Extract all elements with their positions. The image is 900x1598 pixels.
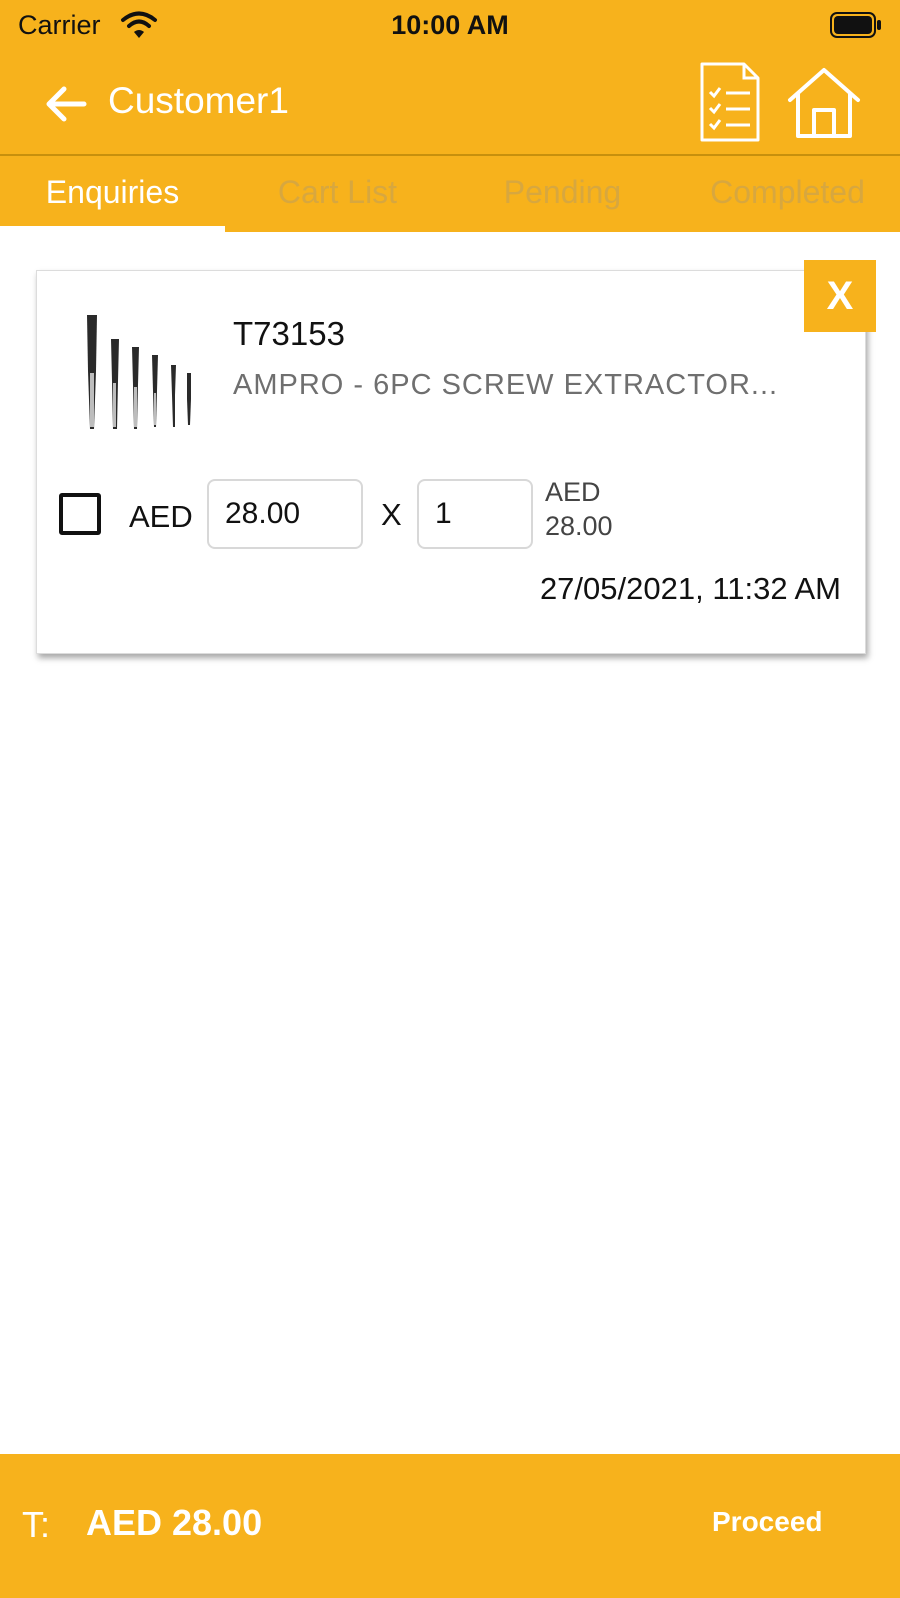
home-icon[interactable] — [786, 66, 862, 140]
status-bar: Carrier 10:00 AM — [0, 0, 900, 52]
tab-pending[interactable]: Pending — [450, 156, 675, 232]
select-checkbox[interactable] — [59, 493, 101, 535]
tab-completed[interactable]: Completed — [675, 156, 900, 232]
product-name: AMPRO - 6PC SCREW EXTRACTOR... — [233, 369, 779, 401]
nav-bar: Customer1 — [0, 60, 900, 152]
tab-cart-list[interactable]: Cart List — [225, 156, 450, 232]
total-value: AED 28.00 — [86, 1502, 263, 1543]
remove-enquiry-button[interactable]: X — [804, 260, 876, 332]
order-list-icon[interactable] — [698, 62, 762, 142]
enquiry-card: T73153 AMPRO - 6PC SCREW EXTRACTOR... AE… — [36, 270, 866, 654]
battery-icon — [830, 12, 881, 38]
tab-enquiries[interactable]: Enquiries — [0, 156, 225, 232]
tab-bar: Enquiries Cart List Pending Completed — [0, 156, 900, 232]
unit-price-input[interactable]: 28.00 — [207, 479, 363, 549]
multiply-sign: X — [381, 497, 402, 532]
total-label: T: — [22, 1504, 51, 1545]
active-tab-indicator — [0, 226, 225, 232]
price-currency: AED — [129, 499, 193, 534]
line-total-value: 28.00 — [545, 511, 613, 541]
app-header: Carrier 10:00 AM Customer1 Enquiries Car… — [0, 0, 900, 232]
proceed-button[interactable]: Proceed — [712, 1506, 823, 1538]
line-total-currency: AED — [545, 477, 601, 507]
page-title: Customer1 — [108, 80, 289, 121]
clock: 10:00 AM — [391, 10, 509, 40]
footer-bar: T: AED 28.00 Proceed — [0, 1454, 900, 1598]
back-arrow-icon[interactable] — [44, 82, 88, 126]
product-code: T73153 — [233, 315, 345, 352]
product-image — [87, 315, 191, 429]
enquiry-timestamp: 27/05/2021, 11:32 AM — [539, 571, 841, 606]
quantity-input[interactable]: 1 — [417, 479, 533, 549]
